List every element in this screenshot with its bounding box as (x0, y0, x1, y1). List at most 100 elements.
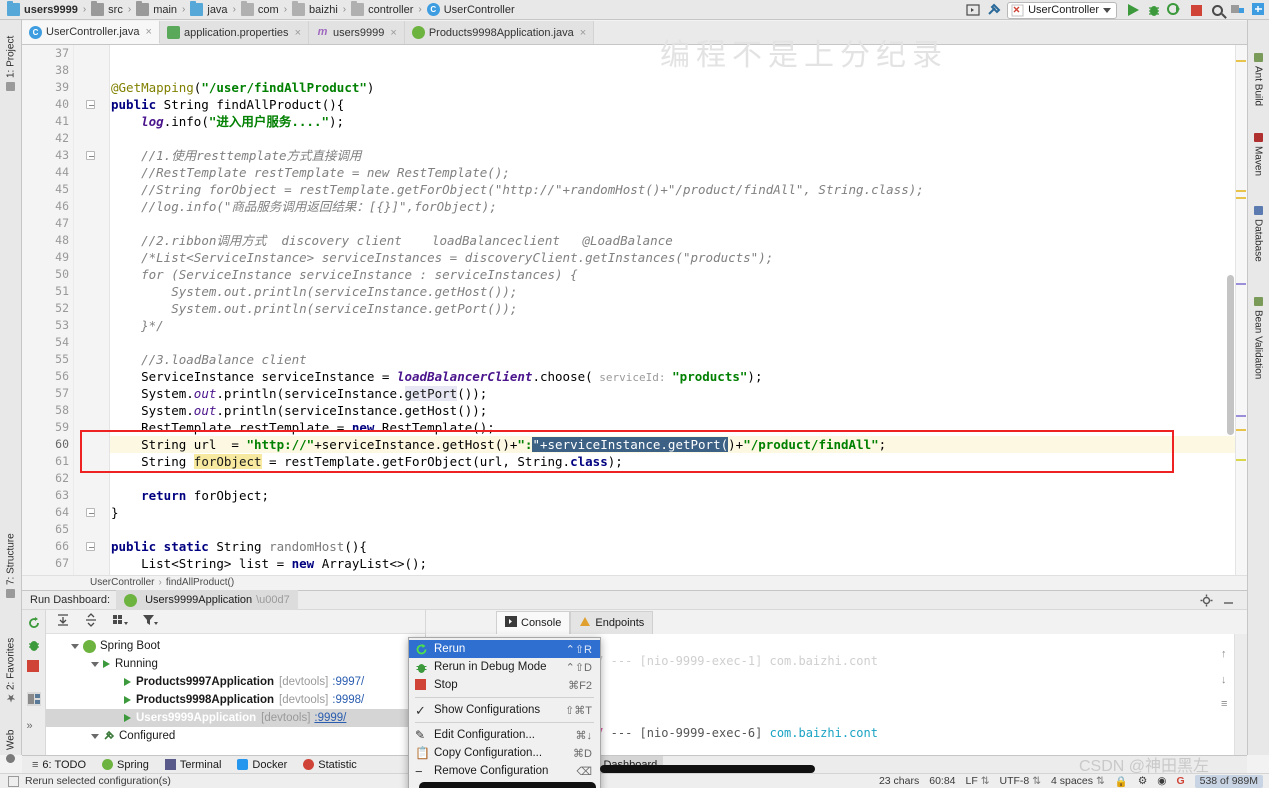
sidebar-item-bean-validation[interactable]: Bean Validation (1247, 282, 1269, 394)
chevron-down-icon[interactable] (90, 731, 100, 741)
breadcrumb-usercontroller[interactable]: C UserController (424, 0, 518, 20)
close-icon[interactable]: × (580, 27, 586, 39)
tree-node-running[interactable]: Running (46, 655, 425, 673)
menu-item-remove-configuration[interactable]: − Remove Configuration ⌫ (409, 762, 600, 780)
status-line-separator[interactable]: LF ⇅ (966, 775, 990, 787)
warning-marker[interactable] (1236, 190, 1246, 192)
chevron-down-icon[interactable] (70, 641, 80, 651)
status-encoding[interactable]: UTF-8 ⇅ (1000, 775, 1041, 787)
editor-scrollbar[interactable] (1227, 275, 1234, 435)
sidebar-item-web[interactable]: Web (0, 720, 22, 772)
close-icon[interactable]: × (390, 27, 396, 39)
fold-icon[interactable] (86, 508, 95, 517)
gear-icon[interactable] (1200, 594, 1213, 607)
tool-window-docker[interactable]: Docker (237, 759, 287, 771)
tool-window-statistic[interactable]: Statistic (303, 759, 357, 771)
project-structure-icon[interactable] (965, 2, 981, 18)
occurrence-marker[interactable] (1236, 283, 1246, 285)
sidebar-item-ant-build[interactable]: Ant Build (1247, 44, 1269, 116)
run-dashboard-tree[interactable]: Spring Boot Running Products9997Applicat… (46, 610, 426, 755)
inspection-icon[interactable]: ◉ (1157, 775, 1166, 787)
memory-indicator[interactable]: 538 of 989M (1194, 774, 1263, 788)
breadcrumb-com[interactable]: com (238, 0, 282, 20)
project-settings-icon[interactable] (1230, 2, 1246, 18)
update-project-icon[interactable] (1251, 2, 1267, 18)
tab-products9998application-java[interactable]: Products9998Application.java × (404, 21, 595, 44)
tree-node-port-link[interactable]: :9999/ (314, 712, 346, 724)
close-icon[interactable]: × (146, 26, 152, 38)
collapse-all-icon[interactable] (84, 613, 98, 630)
tree-node-products9997application[interactable]: Products9997Application [devtools] :9997… (46, 673, 425, 691)
run-icon[interactable] (1125, 2, 1141, 18)
fold-icon[interactable] (86, 151, 95, 160)
sidebar-item-database[interactable]: Database (1247, 194, 1269, 274)
status-caret-position[interactable]: 60:84 (929, 775, 955, 787)
tree-node-configured[interactable]: Configured (46, 727, 425, 745)
status-indent[interactable]: 4 spaces ⇅ (1051, 775, 1105, 787)
breadcrumb-controller[interactable]: controller (348, 0, 416, 20)
menu-item-edit-configuration[interactable]: ✎ Edit Configuration... ⌘↓ (409, 726, 600, 744)
tab-usercontroller-java[interactable]: C UserController.java × (22, 21, 160, 44)
occurrence-marker[interactable] (1236, 415, 1246, 417)
breadcrumb-method[interactable]: findAllProduct() (166, 577, 234, 588)
breadcrumb-class[interactable]: UserController (90, 577, 154, 588)
warning-marker[interactable] (1236, 429, 1246, 431)
google-icon[interactable]: G (1176, 775, 1184, 787)
sidebar-item-maven[interactable]: Maven (1247, 124, 1269, 186)
warning-marker[interactable] (1236, 459, 1246, 461)
menu-item-rerun[interactable]: Rerun ⌃⇧R (409, 640, 600, 658)
stop-icon[interactable] (26, 660, 41, 674)
lock-icon[interactable]: 🔒 (1115, 775, 1128, 788)
scroll-up-icon[interactable]: ↑ (1221, 648, 1233, 660)
breadcrumb-baizhi[interactable]: baizhi (289, 0, 341, 20)
tool-window-spring[interactable]: Spring (102, 759, 149, 771)
scroll-down-icon[interactable]: ↓ (1221, 674, 1233, 686)
build-hammer-icon[interactable] (986, 2, 1002, 18)
tool-window-terminal[interactable]: Terminal (164, 759, 221, 771)
tab-console[interactable]: Console (496, 611, 571, 634)
tree-node-products9998application[interactable]: Products9998Application [devtools] :9998… (46, 691, 425, 709)
menu-item-stop[interactable]: Stop ⌘F2 (409, 676, 600, 694)
soft-wrap-icon[interactable]: ≡ (1221, 698, 1233, 710)
menu-item-show-configurations[interactable]: ✓ Show Configurations ⇧⌘T (409, 701, 600, 719)
search-everywhere-icon[interactable] (1209, 2, 1225, 18)
debug-icon[interactable] (1146, 2, 1162, 18)
code-text[interactable]: @GetMapping("/user/findAllProduct") publ… (111, 45, 1247, 580)
tab-users9999[interactable]: m users9999 × (309, 21, 405, 44)
fold-icon[interactable] (86, 100, 95, 109)
warning-marker[interactable] (1236, 60, 1246, 62)
sidebar-item-favorites[interactable]: 2: Favorites (0, 622, 22, 718)
tab-application-properties[interactable]: application.properties × (159, 21, 309, 44)
expand-more-icon[interactable]: » (27, 720, 41, 734)
expand-all-icon[interactable] (56, 613, 70, 630)
breadcrumb-src[interactable]: src (88, 0, 126, 20)
run-config-context-menu[interactable]: Rerun ⌃⇧R Rerun in Debug Mode ⌃⇧D Stop ⌘… (408, 637, 601, 788)
hierarchy-icon[interactable]: ⚙ (1138, 775, 1147, 787)
menu-item-rerun-debug[interactable]: Rerun in Debug Mode ⌃⇧D (409, 658, 600, 676)
sidebar-item-project[interactable]: 1: Project (0, 24, 22, 102)
tool-window-todo[interactable]: ≡ 6: TODO (32, 759, 86, 771)
run-configuration-selector[interactable]: UserController (1007, 1, 1117, 19)
error-stripe-marker[interactable] (1235, 45, 1247, 580)
settings-icon[interactable] (26, 692, 41, 706)
breadcrumb-main[interactable]: main (133, 0, 180, 20)
close-icon[interactable]: × (295, 27, 301, 39)
tab-endpoints[interactable]: Endpoints (570, 611, 654, 634)
code-folding-strip[interactable] (74, 45, 110, 580)
code-editor[interactable]: 37 38 39 40 41 42 43 44 45 46 47 48 49 5… (22, 45, 1247, 580)
stop-icon[interactable] (1188, 2, 1204, 18)
chevron-down-icon[interactable] (90, 659, 100, 669)
rerun-icon[interactable] (27, 616, 41, 630)
breadcrumb-users9999[interactable]: users9999 (4, 0, 81, 20)
run-with-coverage-icon[interactable] (1167, 2, 1183, 18)
menu-item-copy-configuration[interactable]: 📋 Copy Configuration... ⌘D (409, 744, 600, 762)
tree-node-port-link[interactable]: :9998/ (332, 694, 364, 706)
debug-icon[interactable] (27, 638, 41, 652)
breadcrumb-java[interactable]: java (187, 0, 230, 20)
sidebar-item-structure[interactable]: 7: Structure (0, 520, 22, 612)
run-dashboard-active-config[interactable]: Users9999Application \u00d7 (116, 590, 298, 610)
filter-icon[interactable] (142, 613, 158, 630)
tree-node-users9999application[interactable]: Users9999Application [devtools] :9999/ (46, 709, 425, 727)
minimize-icon[interactable] (1222, 594, 1235, 607)
tree-node-port-link[interactable]: :9997/ (332, 676, 364, 688)
